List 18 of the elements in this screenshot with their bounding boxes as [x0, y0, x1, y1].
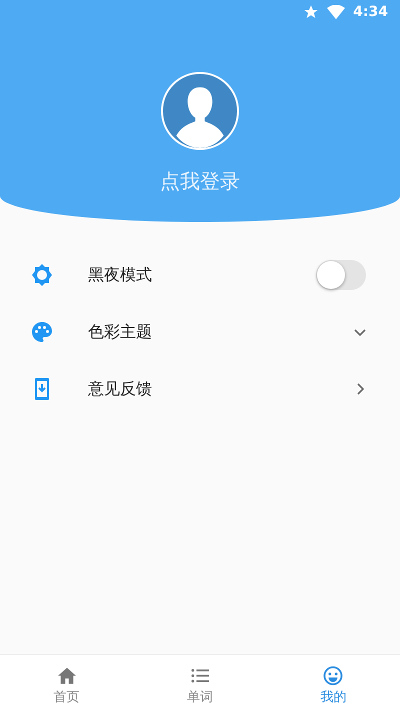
menu-label: 意见反馈	[88, 378, 153, 400]
toggle-switch[interactable]	[316, 260, 366, 290]
nav-tab[interactable]: 单词	[133, 655, 267, 711]
star-icon	[303, 4, 320, 20]
menu-item[interactable]: 色彩主题	[0, 303, 400, 360]
menu-item[interactable]: 意见反馈	[0, 360, 400, 417]
palette-icon	[30, 320, 54, 344]
wifi-icon	[327, 4, 346, 20]
menu-item[interactable]: 黑夜模式	[0, 246, 400, 303]
nav-tab[interactable]: 我的	[266, 655, 400, 711]
smiley-icon	[322, 665, 344, 686]
login-link[interactable]: 点我登录	[160, 166, 240, 196]
nav-tab[interactable]: 首页	[0, 655, 134, 711]
menu-label: 黑夜模式	[88, 264, 153, 286]
home-icon	[56, 665, 78, 686]
brightness-icon	[30, 262, 54, 286]
menu-label: 色彩主题	[88, 320, 153, 342]
clock-time: 4:34	[353, 2, 388, 22]
